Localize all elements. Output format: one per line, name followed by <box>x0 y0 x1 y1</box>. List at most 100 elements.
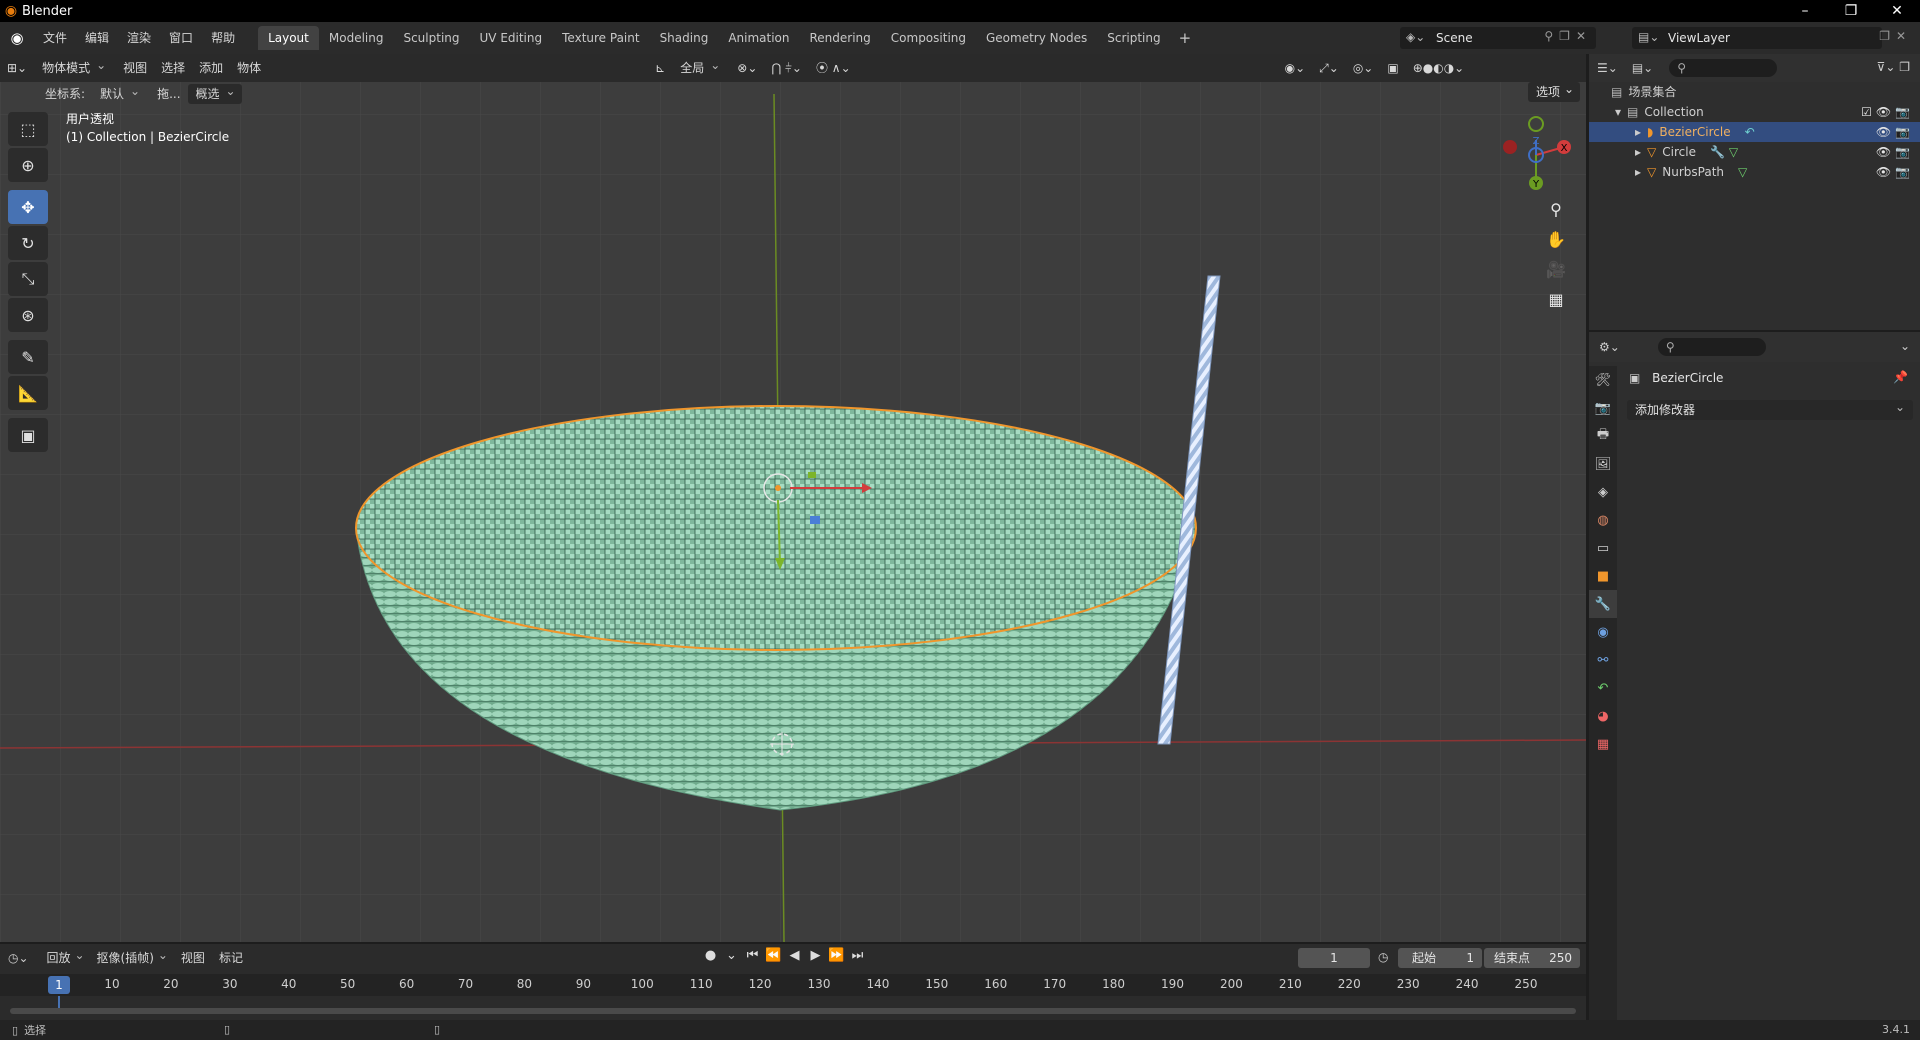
annotate-tool[interactable]: ✎ <box>8 340 48 374</box>
end-frame-field[interactable]: 结束点 250 <box>1484 948 1580 968</box>
collection-visibility-icons[interactable]: ☑👁📷 <box>1861 102 1914 122</box>
timeline-marker-menu[interactable]: 标记 <box>212 948 250 968</box>
orientation-icon[interactable]: ⊾ <box>648 58 672 78</box>
clock-icon[interactable]: ◷ <box>1378 950 1388 964</box>
options-dropdown[interactable]: 选项 <box>1527 79 1580 102</box>
visibility-icon[interactable]: ◉⌄ <box>1278 58 1313 78</box>
camera-icon[interactable]: 🎥 <box>1542 256 1570 282</box>
jump-start-icon[interactable]: ⏮ <box>742 948 763 963</box>
next-keyframe-icon[interactable]: ⏩ <box>826 948 847 963</box>
play-icon[interactable]: ▶ <box>805 948 826 963</box>
tool-tab-icon[interactable]: 🛠 <box>1589 366 1617 394</box>
world-tab-icon[interactable]: ◍ <box>1589 506 1617 534</box>
coord-dropdown[interactable]: 默认 <box>92 81 146 104</box>
display-mode-icon[interactable]: ▤⌄ <box>1632 61 1653 75</box>
tab-layout[interactable]: Layout <box>258 26 319 50</box>
view-layer-actions-icon[interactable]: ❐✕ <box>1879 29 1912 43</box>
output-tab-icon[interactable]: 🖶 <box>1589 422 1617 450</box>
transform-tool[interactable]: ⊛ <box>8 298 48 332</box>
3d-viewport[interactable]: ⊞⌄ 物体模式 视图 选择 添加 物体 ⊾ 全局 ⊗⌄ ⋂ ⫩⌄ ⦿ ∧⌄ ◉⌄… <box>0 54 1586 942</box>
view-layer-tab-icon[interactable]: 🖼 <box>1589 450 1617 478</box>
expand-arrow-icon[interactable]: ▸ <box>1635 122 1641 142</box>
outliner-scene-collection[interactable]: ▤ 场景集合 <box>1589 82 1920 102</box>
constraints-tab-icon[interactable]: ⚯ <box>1589 646 1617 674</box>
mode-dropdown[interactable]: 物体模式 <box>34 55 113 78</box>
tab-scripting[interactable]: Scripting <box>1097 26 1170 50</box>
jump-end-icon[interactable]: ⏭ <box>847 948 868 963</box>
timeline-ruler[interactable]: 1 10 20 30 40 50 60 70 80 90 100 110 120 130 140 150 16… <box>0 974 1586 996</box>
tab-rendering[interactable]: Rendering <box>800 26 881 50</box>
filter-icon[interactable]: ⊽⌄ ❐ <box>1877 60 1910 74</box>
blender-menu-icon[interactable]: ◉ <box>0 29 34 47</box>
play-reverse-icon[interactable]: ◀ <box>784 948 805 963</box>
expand-arrow-icon[interactable]: ▸ <box>1635 142 1641 162</box>
timeline-scrollbar[interactable] <box>10 1008 1576 1014</box>
physics-tab-icon[interactable]: ◉ <box>1589 618 1617 646</box>
timeline-view-menu[interactable]: 视图 <box>174 948 212 968</box>
cursor-tool[interactable]: ⊕ <box>8 148 48 182</box>
editor-type-icon[interactable]: ⊞⌄ <box>0 58 34 78</box>
tab-animation[interactable]: Animation <box>718 26 799 50</box>
scene-actions-icon[interactable]: ⚲❐✕ <box>1544 29 1592 43</box>
select-mode-dropdown[interactable]: 概选 <box>187 81 242 104</box>
move-tool[interactable]: ✥ <box>8 190 48 224</box>
outliner-collection[interactable]: ▾ ▤ Collection ☑👁📷 <box>1589 102 1920 122</box>
tab-compositing[interactable]: Compositing <box>881 26 976 50</box>
playhead[interactable]: 1 <box>48 976 70 994</box>
modifier-tab-icon[interactable]: 🔧 <box>1589 590 1617 618</box>
collapse-arrow-icon[interactable]: ▾ <box>1615 102 1621 122</box>
tab-geometry-nodes[interactable]: Geometry Nodes <box>976 26 1097 50</box>
collection-tab-icon[interactable]: ▭ <box>1589 534 1617 562</box>
snap-icon[interactable]: ⋂ ⫩⌄ <box>764 58 809 78</box>
add-modifier-dropdown[interactable]: 添加修改器 <box>1627 397 1913 420</box>
pan-hand-icon[interactable]: ✋ <box>1542 226 1570 252</box>
circle-visibility-icons[interactable]: 👁📷 <box>1876 142 1914 162</box>
proportional-edit-icon[interactable]: ⦿ ∧⌄ <box>809 58 858 78</box>
menu-file[interactable]: 文件 <box>34 26 76 50</box>
zoom-icon[interactable]: ⚲ <box>1542 196 1570 222</box>
tab-shading[interactable]: Shading <box>650 26 719 50</box>
orientation-dropdown[interactable]: 全局 <box>672 55 727 78</box>
minimize-button[interactable]: – <box>1782 0 1828 22</box>
object-tab-icon[interactable]: ■ <box>1589 562 1617 590</box>
nurbspath-visibility-icons[interactable]: 👁📷 <box>1876 162 1914 182</box>
texture-tab-icon[interactable]: ▦ <box>1589 730 1617 758</box>
ortho-grid-icon[interactable]: ▦ <box>1542 286 1570 312</box>
maximize-button[interactable]: ❐ <box>1828 0 1874 22</box>
menu-object[interactable]: 物体 <box>230 58 268 78</box>
data-tab-icon[interactable]: ↶ <box>1589 674 1617 702</box>
gizmo-toggle-icon[interactable]: ⤢⌄ <box>1312 58 1346 78</box>
expand-arrow-icon[interactable]: ▸ <box>1635 162 1641 182</box>
outliner-search-input[interactable]: ⚲ <box>1669 59 1778 77</box>
start-frame-field[interactable]: 起始 1 <box>1398 948 1482 968</box>
outliner-item-circle[interactable]: ▸ ▽ Circle 🔧 ▽ 👁📷 <box>1589 142 1920 162</box>
add-workspace-button[interactable]: + <box>1171 29 1200 47</box>
properties-search-input[interactable]: ⚲ <box>1657 338 1766 356</box>
scene-selector[interactable]: ◈⌄ Scene ⚲❐✕ <box>1400 27 1596 49</box>
outliner-editor-icon[interactable]: ☰⌄ <box>1597 61 1618 75</box>
shading-modes-icon[interactable]: ⊕●◐◑⌄ <box>1406 58 1472 78</box>
add-cube-tool[interactable]: ▣ <box>8 418 48 452</box>
pin-icon[interactable]: 📌 <box>1893 370 1908 384</box>
properties-editor-icon[interactable]: ⚙⌄ <box>1599 340 1620 354</box>
menu-edit[interactable]: 编辑 <box>76 26 118 50</box>
properties-options-icon[interactable]: ⌄ <box>1900 339 1910 353</box>
tab-sculpting[interactable]: Sculpting <box>393 26 469 50</box>
record-icon[interactable]: ● <box>700 948 721 963</box>
tab-modeling[interactable]: Modeling <box>319 26 394 50</box>
axis-gizmo-icon[interactable]: X Z Y <box>1476 110 1576 190</box>
rotate-tool[interactable]: ↻ <box>8 226 48 260</box>
view-layer-selector[interactable]: ▤⌄ ViewLayer ❐✕ <box>1632 27 1906 49</box>
measure-tool[interactable]: 📐 <box>8 376 48 410</box>
scale-tool[interactable]: ⤡ <box>8 262 48 296</box>
menu-add[interactable]: 添加 <box>192 58 230 78</box>
close-button[interactable]: ✕ <box>1874 0 1920 22</box>
playback-dropdown[interactable]: 回放 <box>41 945 91 968</box>
menu-render[interactable]: 渲染 <box>118 26 160 50</box>
material-tab-icon[interactable]: ◕ <box>1589 702 1617 730</box>
render-tab-icon[interactable]: 📷 <box>1589 394 1617 422</box>
keying-dropdown[interactable]: 抠像(插帧) <box>91 945 174 968</box>
timeline-editor-icon[interactable]: ◷⌄ <box>8 951 29 965</box>
beziercircle-visibility-icons[interactable]: 👁📷 <box>1876 122 1914 142</box>
menu-help[interactable]: 帮助 <box>202 26 244 50</box>
